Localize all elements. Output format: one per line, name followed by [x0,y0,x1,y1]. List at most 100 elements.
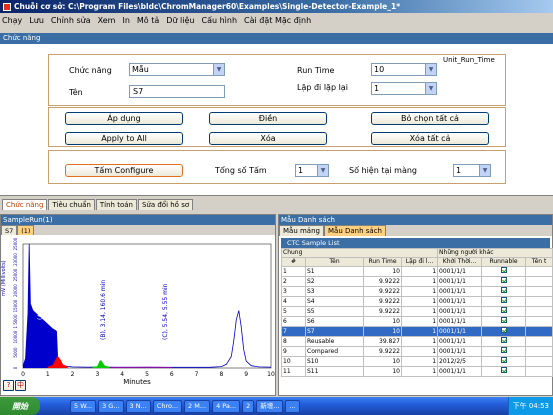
table-row[interactable]: 1 S1 10 1 0001/1/1 [281,266,553,277]
tab-standard[interactable]: Tiêu chuẩn [48,199,95,210]
start-button[interactable]: 開始 [0,397,40,415]
menu-configuration[interactable]: Cấu hình [202,16,238,25]
cell-name[interactable]: S7 [305,326,364,337]
cell-runnable[interactable] [481,326,527,337]
cell-name[interactable]: S10 [305,356,364,367]
col-runtime[interactable]: Run Time [363,257,402,267]
col-repeat[interactable]: Lặp đi l... [400,257,439,267]
cell-start[interactable]: 0001/1/1 [437,276,483,287]
cell-repeat[interactable]: 1 [400,276,439,287]
cell-num[interactable]: 5 [281,306,306,317]
cell-runnable[interactable] [481,306,527,317]
runtime-select[interactable]: 10 ▼ [371,63,437,76]
table-row[interactable]: 4 S4 9.9222 1 0001/1/1 [281,296,553,307]
cell-runtime[interactable]: 10 [363,356,402,367]
cell-name[interactable]: S4 [305,296,364,307]
cell-start[interactable]: 2012/2/5 [437,356,483,367]
language-button[interactable]: 中 [15,380,26,391]
function-select[interactable]: Mẫu ▼ [129,63,225,76]
runnable-checkbox[interactable] [500,317,507,323]
runnable-checkbox[interactable] [500,297,507,303]
cell-name-extra[interactable] [525,276,553,287]
runnable-checkbox[interactable] [500,347,507,353]
menu-print[interactable]: In [122,16,129,25]
col-start-time[interactable]: Khởi Thời... [437,257,483,267]
table-row[interactable]: 3 S3 9.9222 1 0001/1/1 [281,286,553,297]
cell-start[interactable]: 0001/1/1 [437,336,483,347]
cell-name[interactable]: Compared [305,346,364,357]
cell-runnable[interactable] [481,356,527,367]
cell-num[interactable]: 6 [281,316,306,327]
tab-sample-list[interactable]: Mẫu Danh sách [323,225,386,236]
runnable-checkbox[interactable] [500,267,507,273]
table-row[interactable]: 6 S6 10 1 0001/1/1 [281,316,553,327]
table-row[interactable]: 8 Reusable 39.827 1 0001/1/1 [281,336,553,347]
menu-view[interactable]: Xem [98,16,116,25]
cell-runtime[interactable]: 9.9222 [363,296,402,307]
cell-runtime[interactable]: 9.9222 [363,276,402,287]
col-runnable[interactable]: Runnable [481,257,527,267]
cell-num[interactable]: 11 [281,366,306,377]
delete-button[interactable]: Xóa [209,132,327,145]
apply-button[interactable]: Áp dụng [65,112,183,125]
cell-repeat[interactable]: 1 [400,286,439,297]
col-name-extra[interactable]: Tên t [525,257,553,267]
menu-description[interactable]: Mô tả [137,16,159,25]
taskbar-task[interactable]: 3 G... [98,399,124,413]
cell-name-extra[interactable] [525,266,553,277]
cell-runtime[interactable]: 10 [363,366,402,377]
cell-num[interactable]: 3 [281,286,306,297]
cell-runnable[interactable] [481,276,527,287]
delete-all-button[interactable]: Xóa tất cả [371,132,489,145]
cell-name-extra[interactable] [525,286,553,297]
cell-repeat[interactable]: 1 [400,356,439,367]
cell-name[interactable]: S5 [305,306,364,317]
repeat-select[interactable]: 1 ▼ [371,82,437,95]
cell-runnable[interactable] [481,346,527,357]
cell-repeat[interactable]: 1 [400,306,439,317]
cell-repeat[interactable]: 1 [400,296,439,307]
cell-num[interactable]: 7 [281,326,306,337]
table-row[interactable]: 5 S5 9.9222 1 0001/1/1 [281,306,553,317]
cell-name-extra[interactable] [525,296,553,307]
cell-runtime[interactable]: 10 [363,326,402,337]
cell-runnable[interactable] [481,266,527,277]
cell-runnable[interactable] [481,316,527,327]
taskbar-task[interactable]: ... [285,399,300,413]
cell-runtime[interactable]: 9.9222 [363,306,402,317]
cell-start[interactable]: 0001/1/1 [437,316,483,327]
tab-calculation[interactable]: Tính toán [95,199,137,210]
cell-name-extra[interactable] [525,356,553,367]
cell-repeat[interactable]: 1 [400,326,439,337]
taskbar-task[interactable]: Chro... [152,399,183,413]
runnable-checkbox[interactable] [500,327,507,333]
runnable-checkbox[interactable] [500,357,507,363]
sheet-current-select[interactable]: 1 ▼ [453,164,491,177]
cell-start[interactable]: 0001/1/1 [437,306,483,317]
cell-num[interactable]: 4 [281,296,306,307]
col-number[interactable]: # [281,257,306,267]
cell-num[interactable]: 8 [281,336,306,347]
cell-start[interactable]: 0001/1/1 [437,286,483,297]
cell-runnable[interactable] [481,336,527,347]
cell-start[interactable]: 0001/1/1 [437,346,483,357]
menu-data[interactable]: Dữ liệu [166,16,194,25]
cell-runtime[interactable]: 39.827 [363,336,402,347]
cell-name-extra[interactable] [525,316,553,327]
tab-run-1[interactable]: (1) [17,225,35,235]
cell-num[interactable]: 9 [281,346,306,357]
cell-repeat[interactable]: 1 [400,266,439,277]
table-row[interactable]: 2 S2 9.9222 1 0001/1/1 [281,276,553,287]
runnable-checkbox[interactable] [500,337,507,343]
tab-function[interactable]: Chức năng [2,199,48,210]
cell-num[interactable]: 10 [281,356,306,367]
cell-runtime[interactable]: 10 [363,266,402,277]
chromatogram-chart[interactable]: 25000230002500020000150001 5000100005000… [1,236,275,386]
cell-name-extra[interactable] [525,346,553,357]
menu-run[interactable]: Chạy [2,16,22,25]
tab-audit-trail[interactable]: Sửa đổi hồ sơ [137,199,194,210]
menu-save[interactable]: Lưu [29,16,44,25]
cell-start[interactable]: 0001/1/1 [437,326,483,337]
table-row[interactable]: 7 S7 10 1 0001/1/1 [281,326,553,337]
cell-name[interactable]: Reusable [305,336,364,347]
